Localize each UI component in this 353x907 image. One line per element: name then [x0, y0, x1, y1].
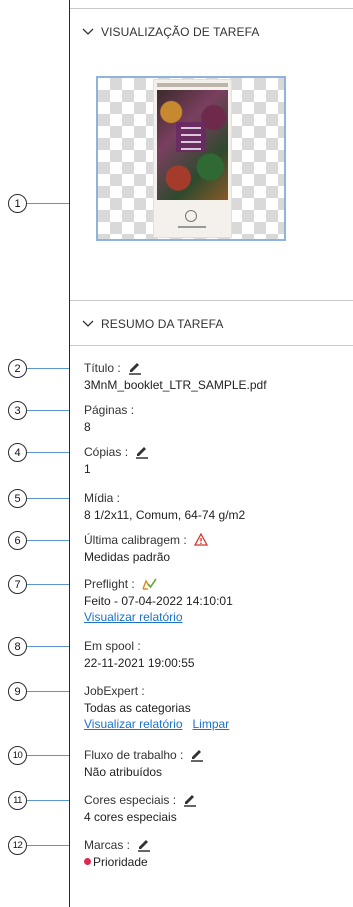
- field-media-value: 8 1/2x11, Comum, 64-74 g/m2: [84, 508, 246, 522]
- callout-2: 2: [8, 359, 27, 378]
- field-spooled: Em spool : 22-11-2021 19:00:55: [84, 637, 344, 671]
- field-marks: Marcas : Prioridade: [84, 836, 344, 870]
- field-media: Mídia : 8 1/2x11, Comum, 64-74 g/m2: [84, 489, 344, 523]
- preflight-view-report-link[interactable]: Visualizar relatório: [84, 609, 183, 625]
- field-jobexpert-value: Todas as categorias: [84, 701, 191, 715]
- field-pages: Páginas : 8: [84, 401, 344, 435]
- summary-section-divider: [70, 345, 353, 346]
- job-summary-title: RESUMO DA TAREFA: [101, 317, 224, 331]
- field-pages-value: 8: [84, 420, 91, 434]
- pencil-icon[interactable]: [126, 360, 144, 376]
- field-copies: Cópias : 1: [84, 443, 344, 477]
- callout-7: 7: [8, 575, 27, 594]
- callout-3: 3: [8, 401, 27, 420]
- callout-12: 12: [8, 836, 27, 855]
- job-info-panel: VISUALIZAÇÃO DE TAREFA RESUMO DA TAREFA …: [69, 0, 353, 907]
- callout-6: 6: [8, 531, 27, 550]
- job-preview-thumbnail[interactable]: [96, 76, 286, 241]
- field-workflow-label: Fluxo de trabalho :: [84, 747, 184, 762]
- callout-10: 10: [8, 746, 27, 765]
- preflight-check-icon: [141, 576, 157, 592]
- callout-5: 5: [8, 489, 27, 508]
- pencil-icon[interactable]: [181, 792, 199, 808]
- field-copies-label: Cópias :: [84, 444, 129, 459]
- job-summary-section-header[interactable]: RESUMO DA TAREFA: [70, 310, 353, 338]
- pencil-icon[interactable]: [133, 444, 151, 460]
- priority-mark-label: Prioridade: [93, 855, 148, 869]
- priority-dot-icon: [84, 858, 91, 865]
- callout-4: 4: [8, 443, 27, 462]
- callout-11: 11: [8, 791, 27, 810]
- field-calibration: Última calibragem : Medidas padrão: [84, 531, 344, 565]
- field-spot-colors-value: 4 cores especiais: [84, 810, 177, 824]
- field-calibration-label: Última calibragem :: [84, 532, 187, 547]
- field-workflow-value: Não atribuídos: [84, 765, 163, 779]
- field-media-label: Mídia :: [84, 490, 121, 505]
- field-preflight: Preflight : Feito - 07-04-2022 14:10:01 …: [84, 575, 344, 625]
- chevron-down-icon: [81, 317, 95, 331]
- field-workflow: Fluxo de trabalho : Não atribuídos: [84, 746, 344, 780]
- field-spooled-value: 22-11-2021 19:00:55: [84, 656, 195, 670]
- field-preflight-label: Preflight :: [84, 576, 135, 591]
- job-preview-section-header[interactable]: VISUALIZAÇÃO DE TAREFA: [70, 18, 353, 46]
- jobexpert-view-report-link[interactable]: Visualizar relatório: [84, 716, 183, 732]
- field-calibration-value: Medidas padrão: [84, 550, 171, 564]
- booklet-cover-image: [154, 80, 231, 237]
- pencil-icon[interactable]: [188, 747, 206, 763]
- callout-1: 1: [8, 194, 27, 213]
- warning-icon: [193, 532, 209, 548]
- field-pages-label: Páginas :: [84, 402, 135, 417]
- pencil-icon[interactable]: [135, 837, 153, 853]
- chevron-down-icon: [81, 25, 95, 39]
- preview-section-divider: [70, 300, 353, 301]
- jobexpert-clear-link[interactable]: Limpar: [193, 716, 230, 732]
- field-title-label: Título :: [84, 360, 121, 375]
- field-jobexpert-label: JobExpert :: [84, 683, 145, 698]
- callout-9: 9: [8, 682, 27, 701]
- field-preflight-value: Feito - 07-04-2022 14:10:01: [84, 594, 233, 608]
- field-marks-label: Marcas :: [84, 837, 131, 852]
- job-preview-title: VISUALIZAÇÃO DE TAREFA: [101, 25, 260, 39]
- callout-8: 8: [8, 637, 27, 656]
- field-spot-colors-label: Cores especiais :: [84, 792, 177, 807]
- field-copies-value: 1: [84, 462, 91, 476]
- field-jobexpert: JobExpert : Todas as categorias Visualiz…: [84, 682, 344, 732]
- field-title-value: 3MnM_booklet_LTR_SAMPLE.pdf: [84, 378, 267, 392]
- field-spooled-label: Em spool :: [84, 638, 141, 653]
- panel-top-divider: [70, 8, 353, 9]
- field-spot-colors: Cores especiais : 4 cores especiais: [84, 791, 344, 825]
- field-title: Título : 3MnM_booklet_LTR_SAMPLE.pdf: [84, 359, 344, 393]
- field-marks-value: Prioridade: [84, 854, 344, 870]
